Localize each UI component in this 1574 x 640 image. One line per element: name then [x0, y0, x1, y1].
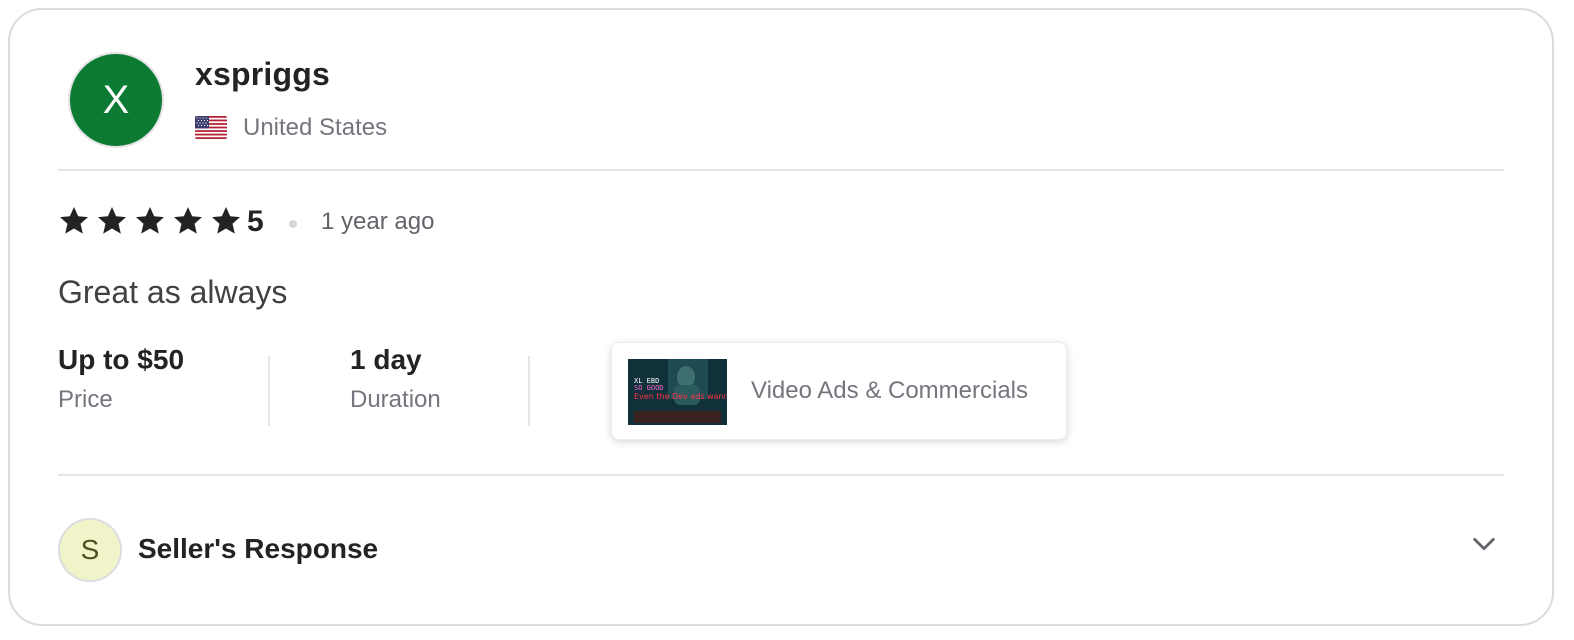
thumb-caption: Even the Dev ads wanna Dip: [634, 392, 727, 401]
chevron-down-icon[interactable]: [1470, 530, 1498, 558]
gig-title[interactable]: Video Ads & Commercials: [751, 377, 1028, 405]
reviewer-avatar-initial: X: [102, 77, 130, 122]
price-value: Up to $50: [58, 344, 185, 375]
reviewer-username[interactable]: xspriggs: [195, 56, 330, 93]
seller-avatar: S: [58, 518, 122, 582]
seller-avatar-initial: S: [80, 534, 100, 565]
duration-value: 1 day: [350, 344, 422, 375]
us-flag-icon: [195, 116, 227, 139]
duration-meta: 1 day Duration: [350, 344, 441, 414]
duration-label: Duration: [350, 386, 441, 413]
rating-value: 5: [247, 205, 264, 238]
reviewer-avatar[interactable]: X: [68, 52, 164, 148]
price-label: Price: [58, 386, 113, 413]
meta-divider: [268, 356, 270, 426]
star-icon: [174, 207, 202, 234]
seller-response-label[interactable]: Seller's Response: [138, 533, 378, 565]
response-divider: [58, 474, 1504, 476]
rating-stars: [58, 205, 242, 237]
review-time: 1 year ago: [321, 208, 435, 235]
star-icon: [60, 207, 88, 234]
gig-card[interactable]: XL EBD SO GOOD Even the Dev ads wanna Di…: [611, 342, 1067, 440]
gig-thumbnail: XL EBD SO GOOD Even the Dev ads wanna Di…: [628, 359, 727, 425]
separator-dot: [289, 220, 297, 228]
review-text: Great as always: [58, 274, 288, 310]
price-meta: Up to $50 Price: [58, 344, 184, 414]
header-divider: [58, 169, 1504, 171]
star-icon: [98, 207, 126, 234]
svg-text:SO GOOD: SO GOOD: [634, 384, 664, 392]
star-icon: [212, 207, 240, 234]
meta-divider: [528, 356, 530, 426]
star-icon: [136, 207, 164, 234]
reviewer-country: United States: [243, 114, 388, 141]
